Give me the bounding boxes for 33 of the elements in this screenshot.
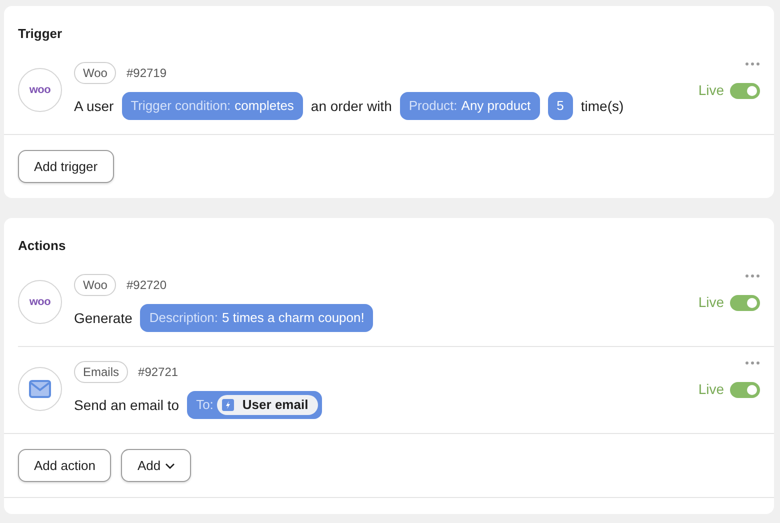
toggle-switch[interactable] — [730, 382, 760, 398]
logo-text: woo — [29, 296, 51, 308]
sentence-text: time(s) — [580, 96, 624, 116]
add-button[interactable]: Add action — [18, 449, 112, 482]
step-id: #92719 — [126, 65, 167, 82]
more-icon[interactable] — [745, 361, 760, 365]
app-tag: Woo — [74, 62, 116, 84]
more-icon[interactable] — [745, 274, 760, 278]
app-tag: Emails — [74, 361, 128, 383]
caret-icon — [164, 462, 175, 468]
pill-label: To: — [196, 396, 214, 414]
status-label: Live — [698, 293, 724, 312]
envelope-icon — [29, 380, 51, 398]
add-button[interactable]: Add trigger — [18, 150, 114, 183]
more-icon[interactable] — [745, 62, 760, 66]
toggle-switch[interactable] — [730, 82, 760, 98]
toggle-switch[interactable] — [730, 294, 760, 310]
step-id: #92721 — [138, 364, 178, 381]
logo-text: woo — [29, 84, 51, 96]
sentence-text: Send an email to — [74, 396, 180, 414]
step-id: #92720 — [126, 277, 167, 294]
recipient-pill[interactable]: To: User email — [187, 391, 322, 419]
sentence-text: an order with — [310, 96, 392, 116]
lightning-icon — [222, 399, 234, 411]
user-email-chip: User email — [217, 395, 318, 415]
section-title: Trigger — [18, 26, 62, 41]
sentence-text: Generate — [74, 308, 132, 328]
app-tag: Woo — [74, 274, 116, 296]
status-label: Live — [698, 380, 724, 399]
add-button[interactable]: Add — [121, 449, 191, 482]
status-label: Live — [698, 81, 724, 100]
section-title: Actions — [18, 238, 66, 253]
sentence-text: A user — [74, 96, 114, 116]
